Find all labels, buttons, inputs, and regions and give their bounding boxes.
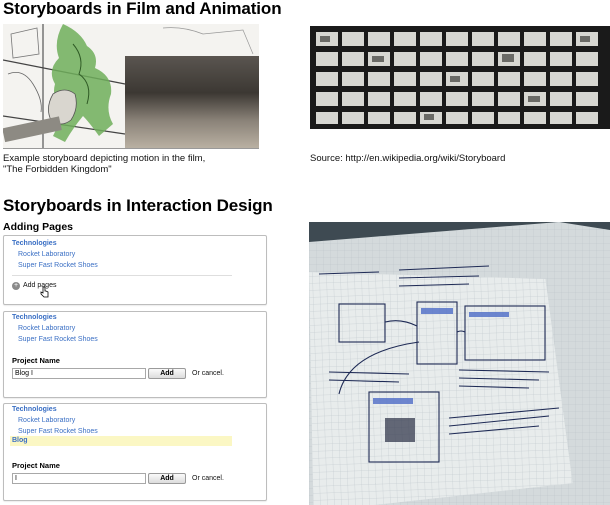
text-cursor-icon: I <box>15 475 17 482</box>
nav-item-rocket-laboratory[interactable]: Rocket Laboratory <box>18 251 75 258</box>
project-name-input[interactable]: Blog I <box>12 368 146 379</box>
new-item-highlight <box>10 436 232 446</box>
nav-item-technologies[interactable]: Technologies <box>12 406 57 413</box>
nav-item-technologies[interactable]: Technologies <box>12 240 57 247</box>
mockup-panel-3: Technologies Rocket Laboratory Super Fas… <box>3 403 267 501</box>
sketch-drawing <box>309 222 610 505</box>
add-button[interactable]: Add <box>148 368 186 379</box>
nav-item-rocket-laboratory[interactable]: Rocket Laboratory <box>18 417 75 424</box>
project-name-label: Project Name <box>12 356 60 365</box>
storyboard-strip-image <box>310 26 610 129</box>
film-caption-line2: "The Forbidden Kingdom" <box>3 164 112 175</box>
project-name-input[interactable]: I <box>12 473 146 484</box>
cancel-link[interactable]: Or cancel. <box>192 475 224 482</box>
nav-item-technologies[interactable]: Technologies <box>12 314 57 321</box>
hand-cursor-icon <box>40 286 49 298</box>
nav-item-rocket-shoes[interactable]: Super Fast Rocket Shoes <box>18 336 98 343</box>
nav-item-rocket-shoes[interactable]: Super Fast Rocket Shoes <box>18 428 98 435</box>
film-caption-line1: Example storyboard depicting motion in t… <box>3 153 206 164</box>
storyboard-strip-frames <box>310 26 610 129</box>
mockup-panel-1: Technologies Rocket Laboratory Super Fas… <box>3 235 267 305</box>
interaction-sketch-photo <box>309 222 610 505</box>
cancel-link[interactable]: Or cancel. <box>192 370 224 377</box>
film-still-inset <box>125 56 259 148</box>
film-heading: Storyboards in Film and Animation <box>3 0 282 18</box>
mockup-panel-2: Technologies Rocket Laboratory Super Fas… <box>3 311 267 398</box>
adding-pages-subheading: Adding Pages <box>3 221 74 233</box>
add-button[interactable]: Add <box>148 473 186 484</box>
interaction-heading: Storyboards in Interaction Design <box>3 196 273 215</box>
nav-item-blog[interactable]: Blog <box>12 437 28 444</box>
divider <box>12 275 232 276</box>
nav-item-rocket-shoes[interactable]: Super Fast Rocket Shoes <box>18 262 98 269</box>
add-plus-icon[interactable]: + <box>12 282 20 290</box>
project-name-value: Blog <box>15 370 30 377</box>
film-storyboard-image <box>3 24 259 149</box>
project-name-label: Project Name <box>12 461 60 470</box>
text-cursor-icon: I <box>29 370 33 377</box>
film-source: Source: http://en.wikipedia.org/wiki/Sto… <box>310 153 506 164</box>
nav-item-rocket-laboratory[interactable]: Rocket Laboratory <box>18 325 75 332</box>
